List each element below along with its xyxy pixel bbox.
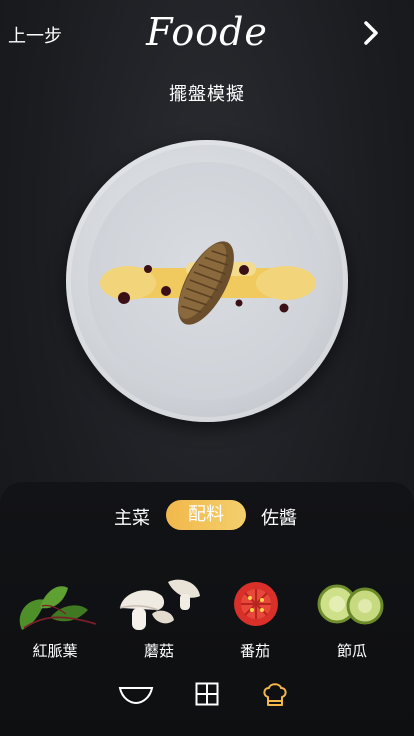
tab-sauce[interactable]: 佐醬 xyxy=(261,504,297,530)
ingredient-list: 紅脈葉 蘑菇 番茄 節瓜 xyxy=(0,574,414,664)
plated-dish xyxy=(100,241,316,325)
ingredient-label: 番茄 xyxy=(239,642,270,660)
ingredient-item-red-vein-sorrel[interactable]: 紅脈葉 xyxy=(10,574,100,661)
app-logo: Foode xyxy=(146,10,268,54)
category-tabs: 主菜 配料 佐醬 xyxy=(0,500,414,536)
ingredient-item-zucchini[interactable]: 節瓜 xyxy=(307,574,397,661)
ingredient-label: 紅脈葉 xyxy=(32,642,78,660)
zucchini-icon xyxy=(317,584,384,625)
ingredient-item-mushroom[interactable]: 蘑菇 xyxy=(114,574,204,661)
tomato-icon xyxy=(234,582,278,626)
ingredient-label: 節瓜 xyxy=(336,642,367,660)
tab-main-course[interactable]: 主菜 xyxy=(114,504,150,530)
ingredient-label: 蘑菇 xyxy=(143,642,174,660)
grid-icon[interactable] xyxy=(195,682,219,706)
ingredient-item-tomato[interactable]: 番茄 xyxy=(210,574,300,661)
red-vein-sorrel-icon xyxy=(19,586,97,630)
page-title: 擺盤模擬 xyxy=(169,84,245,105)
chef-hat-icon[interactable] xyxy=(261,681,289,709)
mushroom-icon xyxy=(119,579,200,630)
tab-garnish[interactable]: 配料 xyxy=(166,500,246,530)
chevron-right-icon[interactable] xyxy=(360,20,382,46)
bottom-toolbar xyxy=(0,680,414,710)
bowl-icon[interactable] xyxy=(118,684,154,706)
plating-preview[interactable] xyxy=(66,140,348,422)
